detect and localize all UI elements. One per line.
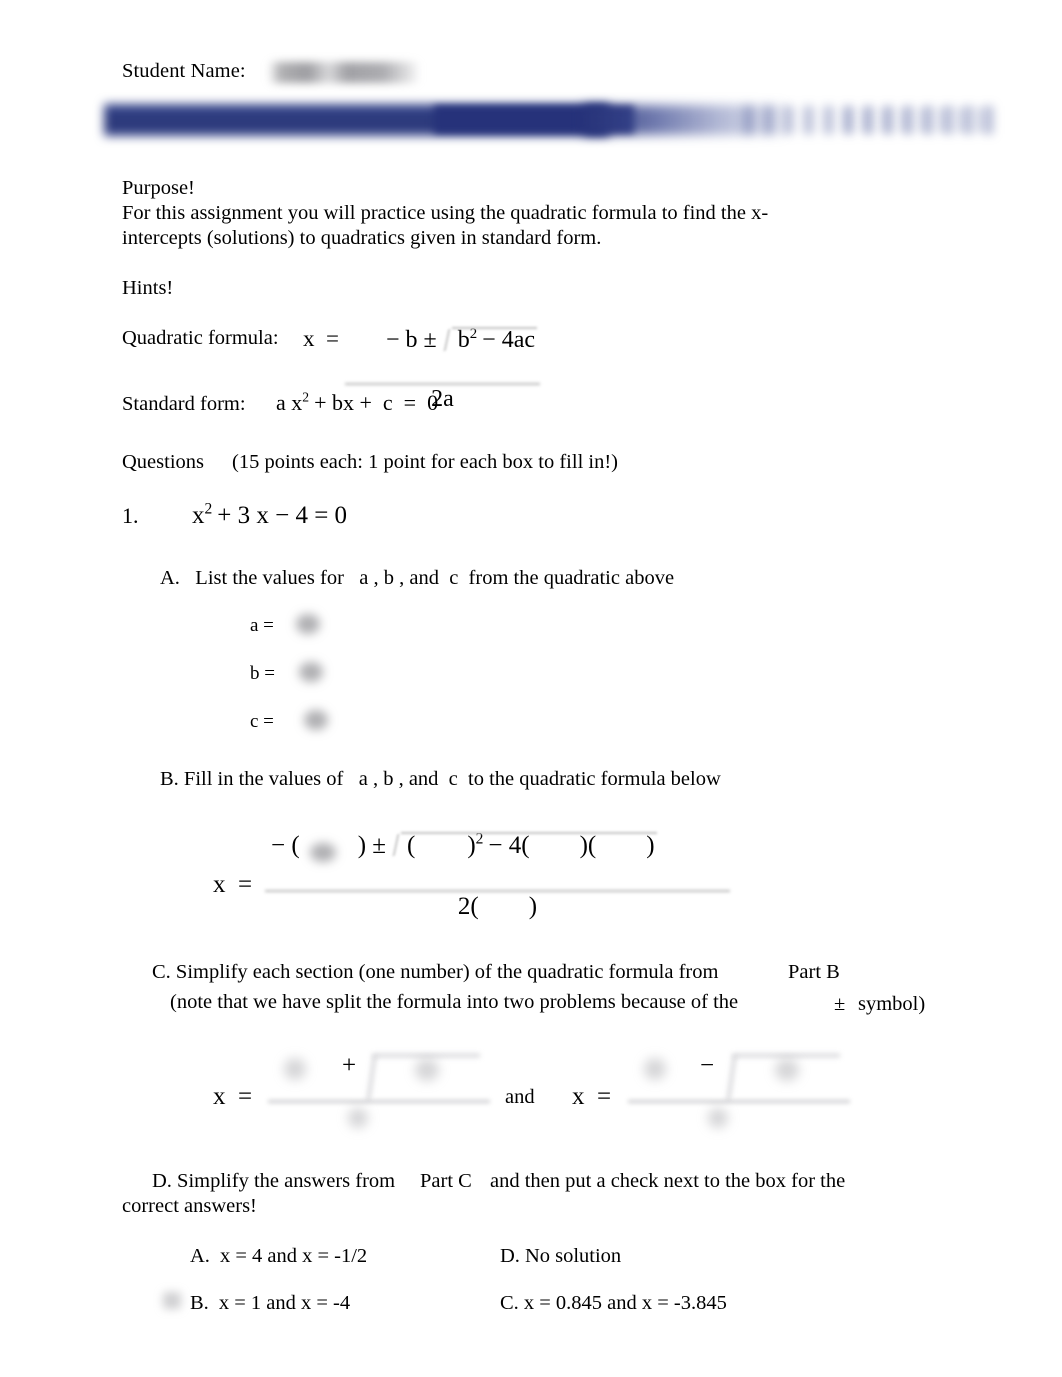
part-b-radical-tick bbox=[392, 834, 400, 856]
part-c-radicand-2-redacted[interactable] bbox=[775, 1059, 799, 1081]
choice-c[interactable]: C. x = 0.845 and x = -3.845 bbox=[500, 1291, 727, 1316]
part-c-numerator-1-redacted[interactable] bbox=[284, 1058, 306, 1080]
question-1-number: 1. bbox=[122, 503, 139, 528]
choice-a-letter: A. bbox=[190, 1245, 210, 1267]
hints-heading: Hints! bbox=[122, 277, 174, 299]
question-1-equation: x2 + 3 x − 4 = 0 bbox=[192, 500, 348, 530]
choice-b[interactable]: B. x = 1 and x = -4 bbox=[190, 1291, 350, 1316]
numerator-prefix: − b ± bbox=[386, 327, 437, 353]
part-d-label-line2: correct answers! bbox=[122, 1195, 257, 1217]
questions-points-note: (15 points each: 1 point for each box to… bbox=[232, 451, 618, 473]
part-b-fraction-bar bbox=[265, 890, 730, 892]
purpose-heading: Purpose! bbox=[122, 177, 195, 199]
pb-num-prefix: − ( bbox=[271, 832, 300, 859]
radical-icon: b2− 4ac bbox=[442, 327, 537, 354]
part-c-radicand-1-redacted[interactable] bbox=[415, 1059, 439, 1081]
choice-b-text: x = 1 and x = -4 bbox=[218, 1292, 351, 1314]
part-c-numerator-2-redacted[interactable] bbox=[644, 1058, 666, 1080]
pb-rad-minus: − 4( bbox=[488, 832, 530, 859]
part-d-ref-part-c: Part C bbox=[420, 1170, 472, 1192]
part-c-label-line2-end: symbol) bbox=[858, 993, 926, 1015]
student-name-redacted-value bbox=[268, 62, 420, 83]
radical-tick bbox=[443, 329, 451, 351]
questions-heading: Questions bbox=[122, 451, 204, 473]
choice-b-letter: B. bbox=[190, 1292, 209, 1314]
standard-form-tail: + bx + c = 0 bbox=[314, 390, 439, 415]
standard-form-expression: a x2 + bx + c = 0 bbox=[276, 390, 438, 416]
q1-eq-rest: + 3 x − 4 = 0 bbox=[217, 502, 348, 529]
part-d-label-line1-end: and then put a check next to the box for… bbox=[490, 1170, 846, 1192]
field-c-redacted-answer[interactable] bbox=[304, 710, 328, 730]
choice-c-letter: C. bbox=[500, 1292, 519, 1314]
pb-rad-close3: ) bbox=[646, 832, 655, 859]
fraction-bar bbox=[345, 383, 540, 385]
part-c-plusminus-symbol: ± bbox=[834, 993, 846, 1015]
quadratic-formula-label: Quadratic formula: bbox=[122, 327, 279, 349]
choice-d-text: No solution bbox=[524, 1245, 622, 1267]
radical-vinculum bbox=[451, 327, 537, 329]
part-b-denominator: 2( ) bbox=[457, 893, 538, 920]
banner-fill-fade2 bbox=[844, 108, 994, 132]
choice-a-text: x = 4 and x = -1/2 bbox=[219, 1245, 368, 1267]
part-b-lhs: x = bbox=[213, 871, 253, 898]
part-c-denominator-1-redacted[interactable] bbox=[348, 1108, 368, 1128]
part-c-lhs-2: x = bbox=[572, 1083, 612, 1110]
q1-number-text: 1. bbox=[122, 503, 139, 528]
part-c-ref-part-b: Part B bbox=[788, 961, 840, 983]
part-c-fraction-bar-2 bbox=[628, 1100, 850, 1103]
part-a-label: A. List the values for a , b , and c fro… bbox=[160, 567, 675, 589]
part-c-radical-vinculum-1 bbox=[372, 1054, 480, 1057]
quadratic-formula-numerator: − b ± b2− 4ac bbox=[345, 300, 540, 381]
header-banner bbox=[104, 100, 994, 142]
field-b-label: b = bbox=[250, 663, 275, 684]
part-c-operator-minus: − bbox=[700, 1052, 715, 1079]
part-c-lhs-1: x = bbox=[213, 1083, 253, 1110]
part-b-blank-b-redacted-value[interactable] bbox=[310, 843, 336, 862]
choice-a[interactable]: A. x = 4 and x = -1/2 bbox=[190, 1244, 367, 1269]
choice-d[interactable]: D. No solution bbox=[500, 1244, 621, 1269]
pb-rad-close2: )( bbox=[579, 832, 597, 859]
q1-eq-lead: x bbox=[192, 502, 205, 529]
part-c-label-line2: (note that we have split the formula int… bbox=[170, 991, 739, 1013]
q1-eq-exponent: 2 bbox=[204, 500, 213, 518]
pb-num-mid: ) ± bbox=[357, 832, 386, 859]
worksheet-page: Student Name: Purpose! For this assignme… bbox=[0, 0, 1062, 1377]
field-c-label: c = bbox=[250, 711, 274, 732]
field-b-redacted-answer[interactable] bbox=[299, 662, 323, 682]
standard-form-label: Standard form: bbox=[122, 393, 246, 415]
quadratic-formula-lhs: x = bbox=[303, 326, 339, 351]
field-a-redacted-answer[interactable] bbox=[296, 614, 320, 634]
part-b-numerator: − () ±()2− 4()() bbox=[265, 831, 730, 888]
part-c-radical-1 bbox=[366, 1056, 377, 1100]
part-b-radical-icon: ()2− 4()() bbox=[391, 831, 657, 860]
part-d-label-line1: D. Simplify the answers from bbox=[152, 1170, 396, 1192]
part-c-operator-plus: + bbox=[342, 1052, 357, 1079]
part-b-fraction: − () ±()2− 4()() 2( ) bbox=[265, 831, 730, 921]
choice-c-text: x = 0.845 and x = -3.845 bbox=[523, 1292, 727, 1314]
checkmark-icon[interactable] bbox=[163, 1292, 181, 1309]
part-c-radical-2 bbox=[726, 1056, 737, 1100]
choice-d-letter: D. bbox=[500, 1245, 520, 1267]
part-c-fraction-bar-1 bbox=[268, 1100, 490, 1103]
part-c-conjunction: and bbox=[505, 1086, 535, 1108]
pb-rad-close: ) bbox=[467, 832, 476, 859]
student-name-label: Student Name: bbox=[122, 60, 246, 82]
standard-form-exponent: 2 bbox=[302, 389, 310, 405]
field-a-label: a = bbox=[250, 615, 274, 636]
standard-form-lead: a x bbox=[276, 390, 303, 415]
radicand-tail: − 4ac bbox=[482, 327, 535, 353]
radicand-b: b bbox=[457, 327, 470, 353]
part-c-label-line1: C. Simplify each section (one number) of… bbox=[152, 961, 719, 983]
part-c-denominator-2-redacted[interactable] bbox=[708, 1108, 728, 1128]
part-c-radical-vinculum-2 bbox=[732, 1054, 840, 1057]
part-b-label: B. Fill in the values of a , b , and c t… bbox=[160, 768, 721, 790]
purpose-body: For this assignment you will practice us… bbox=[122, 202, 769, 249]
pb-rad-open: ( bbox=[406, 832, 416, 859]
part-b-radical-vinculum bbox=[400, 832, 657, 834]
